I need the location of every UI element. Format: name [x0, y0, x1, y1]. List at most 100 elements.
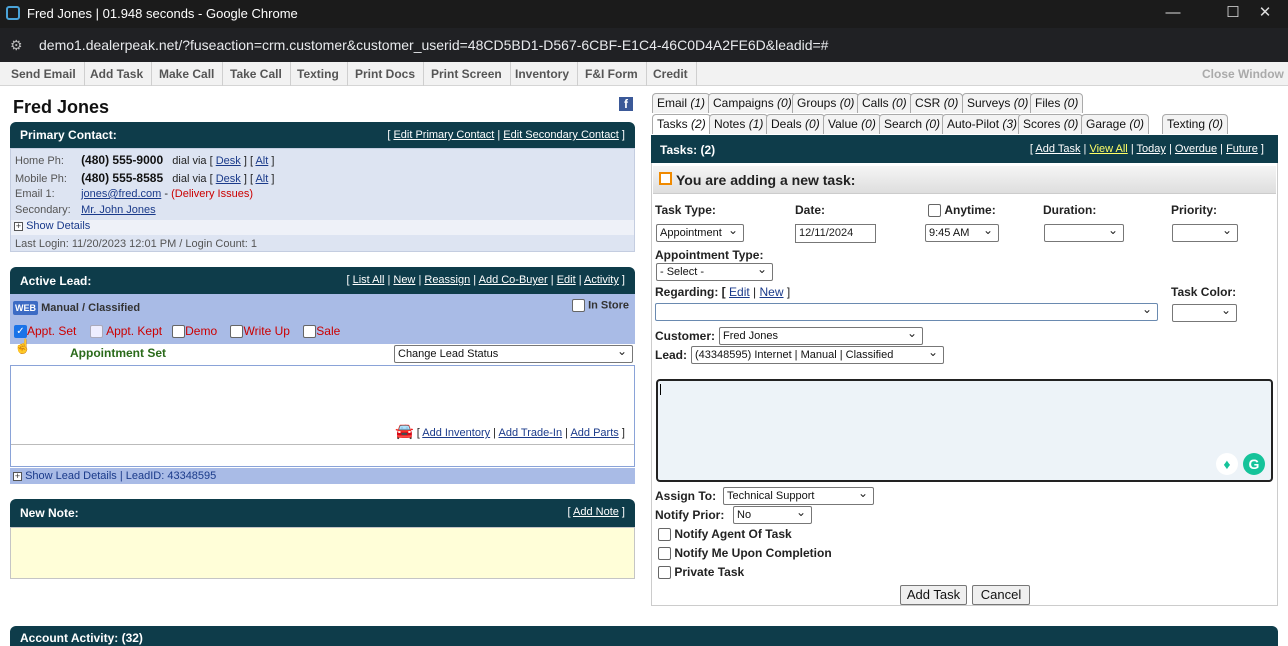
appt-kept-checkbox[interactable] [89, 325, 103, 339]
tab-count: (0) [805, 117, 820, 131]
tab-files[interactable]: Files (0) [1030, 93, 1084, 113]
activity-link[interactable]: Activity [584, 274, 619, 286]
private-task-checkbox[interactable] [658, 566, 671, 580]
tab-auto-pilot[interactable]: Auto-Pilot (3) [942, 114, 1023, 134]
home-alt-link[interactable]: Alt [255, 155, 268, 167]
add-task-link[interactable]: Add Task [1035, 143, 1080, 155]
appt-set-checkbox[interactable]: ✓ [14, 325, 27, 339]
close-icon[interactable]: ✕ [1242, 0, 1288, 28]
tab-deals[interactable]: Deals (0) [766, 114, 825, 134]
anytime-row: Anytime: [928, 203, 996, 218]
print-screen-button[interactable]: Print Screen [423, 62, 511, 86]
customer-select[interactable]: Fred Jones [719, 327, 923, 345]
cancel-button[interactable]: Cancel [972, 585, 1030, 605]
tab-email[interactable]: Email (1) [652, 93, 711, 113]
show-lead-details-link[interactable]: Show Lead Details | LeadID: 43348595 [25, 470, 216, 482]
date-input[interactable]: 12/11/2024 [795, 224, 876, 243]
overdue-link[interactable]: Overdue [1175, 143, 1217, 155]
new-note-textarea[interactable] [10, 527, 635, 579]
add-cobuyer-link[interactable]: Add Co-Buyer [479, 274, 548, 286]
reassign-link[interactable]: Reassign [424, 274, 470, 286]
window-title: Fred Jones | 01.948 seconds - Google Chr… [27, 6, 298, 21]
in-store-checkbox[interactable] [572, 299, 585, 312]
regarding-select[interactable] [655, 303, 1158, 321]
tasks-header: Tasks: (2) [ Add Task | View All | Today… [651, 135, 1278, 163]
add-inventory-link[interactable]: Add Inventory [422, 427, 490, 439]
facebook-icon[interactable]: f [619, 97, 633, 111]
lightbulb-icon[interactable]: ♦ [1216, 453, 1238, 475]
grammarly-icon[interactable]: G [1243, 453, 1265, 475]
mobile-desk-link[interactable]: Desk [216, 173, 241, 185]
sale-checkbox[interactable] [303, 325, 317, 339]
task-notes-textarea[interactable]: ♦ G [656, 379, 1273, 482]
assign-to-select[interactable]: Technical Support [723, 487, 874, 505]
new-lead-link[interactable]: New [393, 274, 415, 286]
regarding-new-link[interactable]: New [760, 285, 784, 299]
notify-prior-select[interactable]: No [733, 506, 812, 524]
edit-secondary-contact-link[interactable]: Edit Secondary Contact [503, 129, 619, 141]
list-all-link[interactable]: List All [353, 274, 385, 286]
take-call-button[interactable]: Take Call [222, 62, 291, 86]
show-details-link[interactable]: Show Details [26, 220, 90, 232]
tab-garage[interactable]: Garage (0) [1081, 114, 1150, 134]
minimize-icon[interactable]: — [1150, 0, 1196, 28]
fi-form-button[interactable]: F&I Form [577, 62, 647, 86]
duration-select[interactable] [1044, 224, 1124, 242]
change-lead-status-select[interactable]: Change Lead Status [394, 345, 633, 363]
tab-groups[interactable]: Groups (0) [792, 93, 860, 113]
tab-surveys[interactable]: Surveys (0) [962, 93, 1034, 113]
make-call-button[interactable]: Make Call [151, 62, 224, 86]
tab-campaigns[interactable]: Campaigns (0) [708, 93, 797, 113]
email-link[interactable]: jones@fred.com [81, 188, 161, 200]
tab-tasks[interactable]: Tasks (2) [652, 114, 711, 134]
task-type-select[interactable]: Appointment [656, 224, 744, 242]
notify-me-checkbox[interactable] [658, 547, 671, 561]
today-link[interactable]: Today [1137, 143, 1166, 155]
task-color-select[interactable] [1172, 304, 1237, 322]
time-select[interactable]: 9:45 AM [925, 224, 999, 242]
tab-search[interactable]: Search (0) [879, 114, 946, 134]
lead-select[interactable]: (43348595) Internet | Manual | Classifie… [691, 346, 944, 364]
edit-lead-link[interactable]: Edit [557, 274, 576, 286]
add-parts-link[interactable]: Add Parts [570, 427, 618, 439]
tab-texting[interactable]: Texting (0) [1162, 114, 1229, 134]
tab-scores[interactable]: Scores (0) [1018, 114, 1084, 134]
last-login: Last Login: 11/20/2023 12:01 PM / Login … [15, 238, 257, 250]
notify-agent-checkbox[interactable] [658, 528, 671, 542]
home-desk-link[interactable]: Desk [216, 155, 241, 167]
add-task-submit-button[interactable]: Add Task [900, 585, 967, 605]
future-link[interactable]: Future [1226, 143, 1258, 155]
regarding-edit-link[interactable]: Edit [729, 285, 750, 299]
site-settings-icon[interactable]: ⚙ [10, 37, 26, 53]
expand-icon[interactable]: + [14, 221, 23, 231]
add-note-link[interactable]: Add Note [573, 506, 619, 518]
demo-checkbox[interactable] [172, 325, 186, 339]
credit-button[interactable]: Credit [645, 62, 697, 86]
write-up-checkbox[interactable] [230, 325, 244, 339]
edit-primary-contact-link[interactable]: Edit Primary Contact [393, 129, 494, 141]
url-text[interactable]: demo1.dealerpeak.net/?fuseaction=crm.cus… [39, 37, 828, 53]
view-all-link[interactable]: View All [1089, 143, 1127, 155]
mobile-alt-link[interactable]: Alt [255, 173, 268, 185]
show-lead-details-bar: + Show Lead Details | LeadID: 43348595 [10, 468, 635, 484]
close-window-button[interactable]: Close Window [1194, 62, 1288, 86]
expand-icon[interactable]: + [13, 471, 22, 481]
secondary-contact-link[interactable]: Mr. John Jones [81, 204, 156, 216]
send-email-button[interactable]: Send Email [3, 62, 85, 86]
tab-calls[interactable]: Calls (0) [857, 93, 912, 113]
add-trade-in-link[interactable]: Add Trade-In [499, 427, 563, 439]
tab-notes[interactable]: Notes (1) [709, 114, 769, 134]
address-bar: ⚙ demo1.dealerpeak.net/?fuseaction=crm.c… [0, 28, 1288, 62]
tab-label: Email [657, 96, 688, 110]
appointment-type-select[interactable]: - Select - [656, 263, 773, 281]
texting-button[interactable]: Texting [289, 62, 348, 86]
tab-value[interactable]: Value (0) [823, 114, 881, 134]
notify-agent-label: Notify Agent Of Task [674, 527, 792, 541]
tab-csr[interactable]: CSR (0) [910, 93, 964, 113]
priority-select[interactable] [1172, 224, 1238, 242]
anytime-checkbox[interactable] [928, 204, 941, 218]
write-up-label: Write Up [243, 324, 290, 338]
add-task-button[interactable]: Add Task [82, 62, 153, 86]
inventory-button[interactable]: Inventory [507, 62, 579, 86]
print-docs-button[interactable]: Print Docs [347, 62, 425, 86]
